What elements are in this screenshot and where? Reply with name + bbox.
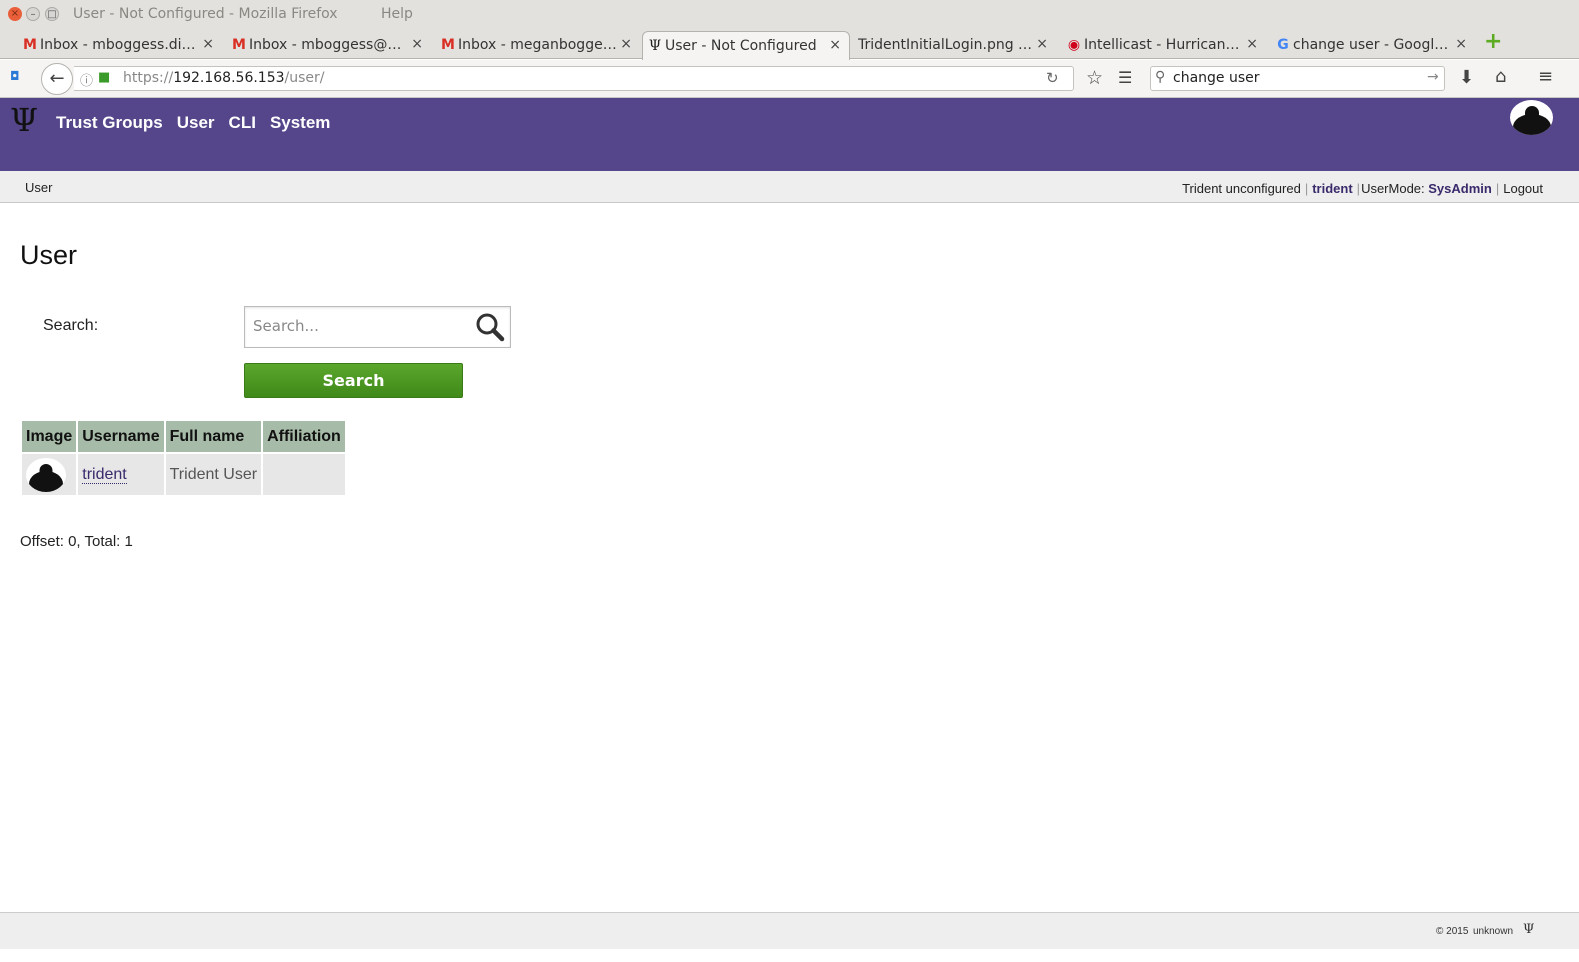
copyright: © 2015: [1436, 926, 1469, 937]
table-row: trident Trident User: [22, 454, 345, 495]
home-icon[interactable]: ⌂: [1495, 66, 1506, 87]
hamburger-menu-icon[interactable]: ≡: [1538, 66, 1553, 87]
nav-user[interactable]: User: [177, 113, 215, 133]
cell-image: [22, 454, 77, 495]
search-button[interactable]: Search: [244, 363, 463, 398]
search-input[interactable]: [253, 317, 463, 335]
footer: © 2015 unknown Ψ: [0, 912, 1579, 949]
pagination-info: Offset: 0, Total: 1: [20, 533, 133, 550]
close-icon[interactable]: ×: [620, 36, 632, 52]
column-header-image[interactable]: Image: [22, 421, 77, 452]
usermode-value[interactable]: SysAdmin: [1428, 181, 1492, 196]
lock-icon: ■: [98, 70, 111, 85]
window-title: User - Not Configured - Mozilla Firefox: [73, 6, 338, 22]
search-label: Search:: [43, 317, 99, 334]
tab-label: Inbox - mboggess@…: [249, 37, 402, 53]
column-header-affiliation[interactable]: Affiliation: [263, 421, 345, 452]
window-minimize-button[interactable]: –: [26, 7, 40, 21]
avatar-body: [1512, 114, 1551, 135]
version: unknown: [1473, 926, 1514, 937]
search-field[interactable]: [244, 306, 511, 348]
tab-label: change user - Googl…: [1293, 37, 1449, 53]
go-arrow-icon[interactable]: →: [1427, 69, 1439, 85]
url-host: 192.168.56.153: [173, 70, 285, 86]
user-avatar[interactable]: [1510, 100, 1553, 135]
tab-inbox-2[interactable]: M Inbox - mboggess@… ×: [227, 31, 431, 59]
tab-user-not-configured[interactable]: Ψ User - Not Configured ×: [642, 31, 850, 60]
cell-username: trident: [78, 454, 164, 495]
username-link[interactable]: trident: [82, 465, 127, 484]
logout-link[interactable]: Logout: [1503, 181, 1543, 196]
reader-list-icon[interactable]: ☰: [1118, 68, 1132, 87]
trident-icon: Ψ: [648, 38, 662, 54]
url-path: /user/: [284, 70, 325, 86]
avatar[interactable]: [26, 457, 66, 492]
breadcrumb-bar: User Trident unconfigured | trident |UserMo…: [0, 171, 1579, 203]
tab-intellicast[interactable]: ◉ Intellicast - Hurrican… ×: [1062, 31, 1266, 59]
reload-icon[interactable]: ↻: [1046, 69, 1059, 87]
config-status: Trident unconfigured: [1182, 181, 1301, 196]
cell-affiliation: [263, 454, 345, 495]
users-table: Image Username Full name Affiliation tri…: [20, 419, 347, 497]
trident-logo-icon[interactable]: Ψ: [10, 104, 38, 136]
gmail-icon: M: [23, 37, 37, 53]
tab-inbox-3[interactable]: M Inbox - meganbogge… ×: [436, 31, 640, 59]
tab-label: Intellicast - Hurrican…: [1084, 37, 1240, 53]
footer-logo-icon: Ψ: [1523, 922, 1535, 937]
tab-trident-initial-login[interactable]: TridentInitialLogin.png … ×: [836, 31, 1056, 59]
tab-strip: M Inbox - mboggess.di… × M Inbox - mbogg…: [0, 29, 1579, 60]
sync-icon[interactable]: ◘: [10, 69, 20, 83]
info-icon[interactable]: ⓘ: [80, 70, 93, 89]
url-text[interactable]: https://192.168.56.153/user/: [123, 70, 325, 86]
menu-help[interactable]: Help: [381, 6, 413, 22]
back-button[interactable]: ←: [41, 63, 73, 95]
window-maximize-button[interactable]: □: [45, 7, 59, 21]
search-icon: ⚲: [1155, 69, 1166, 85]
column-header-fullname[interactable]: Full name: [165, 421, 262, 452]
magnifier-icon[interactable]: [474, 311, 506, 343]
tab-label: Inbox - mboggess.di…: [40, 37, 196, 53]
gmail-icon: M: [441, 37, 455, 53]
cell-fullname: Trident User: [165, 454, 262, 495]
close-icon[interactable]: ×: [411, 36, 423, 52]
tab-label: User - Not Configured: [665, 38, 817, 54]
nav-trust-groups[interactable]: Trust Groups: [56, 113, 163, 133]
username-link[interactable]: trident: [1312, 181, 1352, 196]
google-icon: G: [1277, 37, 1289, 53]
intellicast-icon: ◉: [1067, 37, 1081, 53]
new-tab-button[interactable]: +: [1484, 31, 1502, 53]
bookmark-star-icon[interactable]: ☆: [1086, 67, 1103, 89]
gmail-icon: M: [232, 37, 246, 53]
usermode-label: UserMode:: [1361, 181, 1425, 196]
column-header-username[interactable]: Username: [78, 421, 164, 452]
main-nav: Trust Groups User CLI System: [56, 113, 330, 133]
breadcrumb[interactable]: User: [25, 180, 52, 195]
window-titlebar: × – □ User - Not Configured - Mozilla Fi…: [0, 0, 1579, 29]
user-info: Trident unconfigured | trident |UserMode: S…: [1182, 181, 1543, 196]
nav-cli[interactable]: CLI: [229, 113, 256, 133]
page-title: User: [20, 240, 78, 270]
bottom-strip: [0, 949, 1579, 962]
tab-label: TridentInitialLogin.png …: [858, 37, 1033, 53]
tab-label: Inbox - meganbogge…: [458, 37, 617, 53]
browser-search-bar[interactable]: ⚲ change user →: [1150, 66, 1445, 91]
url-scheme: https://: [123, 70, 174, 86]
tab-google-search[interactable]: G change user - Googl… ×: [1271, 31, 1475, 59]
nav-system[interactable]: System: [270, 113, 330, 133]
avatar-body: [29, 470, 63, 492]
close-icon[interactable]: ×: [1036, 36, 1048, 52]
table-header-row: Image Username Full name Affiliation: [22, 421, 345, 452]
url-bar[interactable]: ⓘ ■ https://192.168.56.153/user/ ↻: [74, 66, 1074, 91]
app-header: Ψ Trust Groups User CLI System: [0, 98, 1579, 171]
tab-inbox-1[interactable]: M Inbox - mboggess.di… ×: [18, 31, 222, 59]
close-icon[interactable]: ×: [1246, 36, 1258, 52]
browser-search-query[interactable]: change user: [1173, 70, 1260, 86]
download-icon[interactable]: ⬇: [1459, 67, 1474, 88]
close-icon[interactable]: ×: [202, 36, 214, 52]
window-close-button[interactable]: ×: [8, 7, 22, 21]
close-icon[interactable]: ×: [1455, 36, 1467, 52]
